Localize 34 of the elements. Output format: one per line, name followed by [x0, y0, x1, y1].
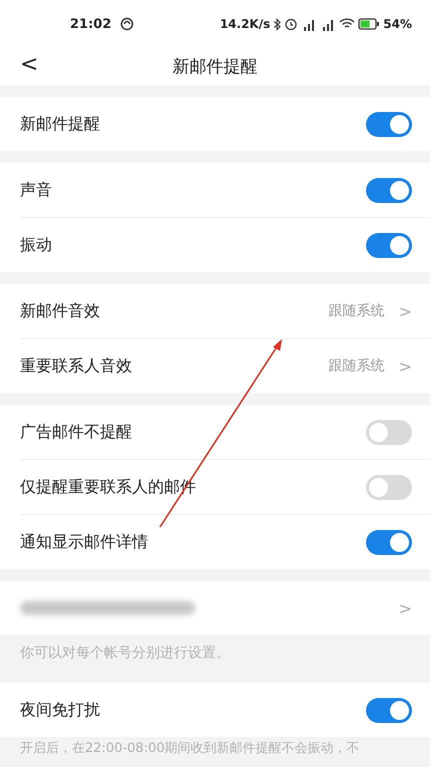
page-title: 新邮件提醒 [172, 56, 258, 78]
sync-icon [120, 17, 134, 31]
settings-row[interactable]: 重要联系人音效 跟随系统 > [0, 339, 430, 393]
toggle-switch[interactable] [366, 474, 412, 500]
network-speed: 14.2K/s [220, 17, 270, 31]
setting-label: 新邮件音效 [20, 300, 101, 322]
hint-text: 你可以对每个帐号分别进行设置。 [19, 644, 231, 663]
battery-level: 54% [383, 17, 412, 31]
setting-value: 跟随系统 [328, 357, 385, 375]
setting-label: 振动 [20, 234, 53, 256]
status-time: 21:02 [70, 16, 112, 32]
wifi-icon [339, 18, 356, 30]
toggle-switch[interactable] [366, 112, 412, 136]
setting-value: 跟随系统 [328, 302, 385, 320]
toggle-switch[interactable] [366, 530, 412, 554]
chevron: > [398, 598, 412, 618]
setting-label: 夜间免打扰 [20, 700, 101, 720]
setting-label: 新邮件提醒 [20, 114, 101, 134]
toggle-switch[interactable] [366, 420, 412, 444]
setting-label: 重要联系人音效 [20, 356, 133, 376]
chevron: > [398, 302, 412, 320]
setting-label: 通知显示邮件详情 [20, 532, 149, 552]
setting-label: 声音 [20, 180, 53, 200]
setting-label: 广告邮件不提醒 [20, 422, 133, 442]
bluetooth-icon [273, 18, 282, 30]
toggle-switch[interactable] [366, 698, 412, 722]
battery-icon [358, 18, 380, 30]
hint-text: 开启后，在22:00-08:00期间收到新邮件提醒不会振动，不 [19, 740, 361, 756]
toggle-switch[interactable] [366, 232, 412, 258]
chevron: > [398, 356, 412, 376]
settings-row[interactable]: 新邮件音效 跟随系统 > [0, 284, 430, 338]
back-button[interactable]: < [14, 52, 44, 77]
toggle-switch[interactable] [366, 178, 412, 202]
alarm-icon [284, 17, 298, 31]
